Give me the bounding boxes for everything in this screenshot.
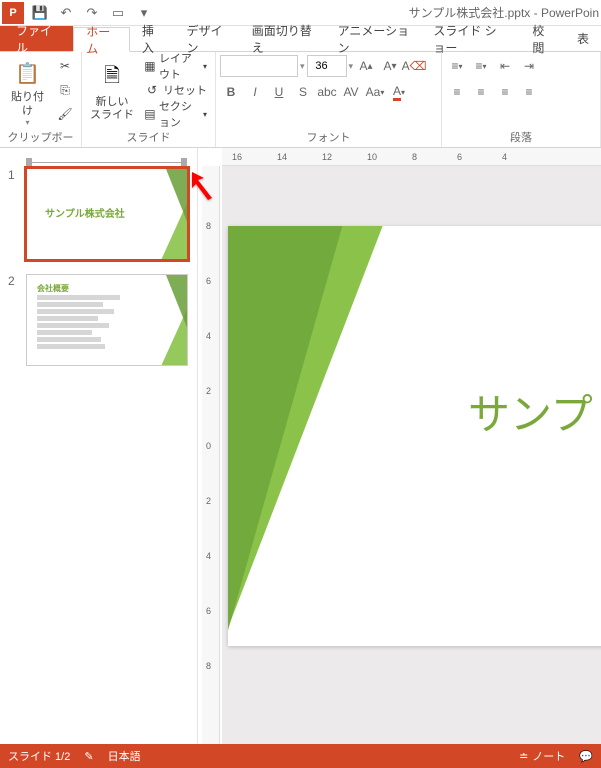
group-paragraph-label: 段落: [446, 129, 596, 145]
comments-icon[interactable]: 💬: [579, 750, 593, 763]
copy-button[interactable]: ⎘: [53, 79, 77, 101]
status-slide-number[interactable]: スライド 1/2: [8, 748, 70, 764]
tab-design[interactable]: デザイン: [174, 26, 239, 51]
group-slides-label: スライド: [86, 129, 211, 145]
status-language[interactable]: 日本語: [108, 748, 141, 764]
increase-font-button[interactable]: A▴: [355, 55, 377, 77]
justify-button[interactable]: ≡: [518, 81, 540, 103]
thumbnail-title: サンプル株式会社: [45, 205, 125, 220]
font-size-combo[interactable]: [307, 55, 347, 77]
layout-icon: ▦: [144, 58, 156, 74]
quick-access-toolbar: 💾 ↶ ↷ ▭ ▾: [30, 3, 154, 23]
thumbnail-title: 会社概要: [37, 283, 69, 294]
bold-button[interactable]: B: [220, 81, 242, 103]
slide-decoration: [228, 226, 348, 646]
slide-title-text[interactable]: サンプ: [468, 381, 593, 442]
group-clipboard-label: クリップボード: [4, 129, 77, 145]
status-bar: スライド 1/2 ✎ 日本語 ≐ ノート 💬: [0, 744, 601, 768]
qat-dropdown-icon[interactable]: ▾: [134, 3, 154, 23]
spell-check-icon[interactable]: ✎: [84, 750, 93, 763]
workspace: 1 サンプル株式会社 2 会社概要 16 14 12 10 8 6 4 8: [0, 148, 601, 744]
format-painter-button[interactable]: 🖌: [53, 103, 77, 125]
annotation-arrow: [190, 170, 220, 205]
increase-indent-button[interactable]: ⇥: [518, 55, 540, 77]
group-paragraph: ≡▾ ≡▾ ⇤ ⇥ ≡ ≡ ≡ ≡ 段落: [442, 52, 601, 147]
tab-animations[interactable]: アニメーション: [326, 26, 422, 51]
undo-icon[interactable]: ↶: [56, 3, 76, 23]
thumbnail-slide-2[interactable]: 会社概要: [26, 274, 188, 366]
tab-review[interactable]: 校閲: [520, 26, 565, 51]
notes-button[interactable]: ≐ ノート: [519, 748, 565, 764]
align-right-button[interactable]: ≡: [494, 81, 516, 103]
group-slides: 🗎 新しい スライド ▦レイアウト▾ ↺リセット ▤セクション▾ スライド: [82, 52, 216, 147]
layout-button[interactable]: ▦レイアウト▾: [140, 55, 211, 77]
decrease-indent-button[interactable]: ⇤: [494, 55, 516, 77]
thumbnail-slide-1[interactable]: サンプル株式会社: [26, 168, 188, 260]
cut-button[interactable]: ✂: [53, 55, 77, 77]
align-left-button[interactable]: ≡: [446, 81, 468, 103]
brush-icon: 🖌: [57, 106, 73, 122]
copy-icon: ⎘: [57, 82, 73, 98]
slide-canvas[interactable]: サンプ: [228, 226, 601, 646]
change-case-button[interactable]: Aa▾: [364, 81, 386, 103]
italic-button[interactable]: I: [244, 81, 266, 103]
canvas-area[interactable]: サンプ: [222, 166, 601, 744]
cut-icon: ✂: [57, 58, 73, 74]
group-font: ▾ ▾ A▴ A▾ A⌫ B I U S abc AV Aa▾ A▾ フォント: [216, 52, 442, 147]
slide-thumbnails-panel: 1 サンプル株式会社 2 会社概要: [0, 148, 198, 744]
redo-icon[interactable]: ↷: [82, 3, 102, 23]
numbering-button[interactable]: ≡▾: [470, 55, 492, 77]
font-color-button[interactable]: A▾: [388, 81, 410, 103]
section-icon: ▤: [144, 106, 156, 122]
underline-button[interactable]: U: [268, 81, 290, 103]
align-center-button[interactable]: ≡: [470, 81, 492, 103]
tab-insert[interactable]: 挿入: [130, 26, 175, 51]
vertical-ruler[interactable]: 8 6 4 2 0 2 4 6 8: [202, 166, 220, 744]
strike-button[interactable]: S: [292, 81, 314, 103]
ribbon: 📋 貼り付け ▾ ✂ ⎘ 🖌 クリップボード 🗎 新しい スライド ▦レイアウト…: [0, 52, 601, 148]
thumbnail-zoom-splitter[interactable]: [26, 160, 187, 166]
thumbnail-item: 1 サンプル株式会社: [8, 168, 189, 260]
tab-transitions[interactable]: 画面切り替え: [240, 26, 326, 51]
save-icon[interactable]: 💾: [30, 3, 50, 23]
tab-slideshow[interactable]: スライド ショー: [421, 26, 520, 51]
paste-button[interactable]: 📋 貼り付け ▾: [4, 55, 51, 129]
new-slide-icon: 🗎: [96, 62, 128, 94]
clear-format-button[interactable]: A⌫: [403, 55, 425, 77]
bullets-button[interactable]: ≡▾: [446, 55, 468, 77]
decrease-font-button[interactable]: A▾: [379, 55, 401, 77]
group-font-label: フォント: [220, 129, 437, 145]
tab-home[interactable]: ホーム: [73, 27, 130, 52]
slide-decoration: [127, 168, 188, 260]
paste-icon: 📋: [12, 57, 44, 89]
section-button[interactable]: ▤セクション▾: [140, 103, 211, 125]
slide-editor: 16 14 12 10 8 6 4 8 6 4 2 0 2 4 6 8 サンプ: [198, 148, 601, 744]
group-clipboard: 📋 貼り付け ▾ ✂ ⎘ 🖌 クリップボード: [0, 52, 82, 147]
powerpoint-icon: P: [2, 2, 24, 24]
start-from-beginning-icon[interactable]: ▭: [108, 3, 128, 23]
ribbon-tabs: ファイル ホーム 挿入 デザイン 画面切り替え アニメーション スライド ショー…: [0, 26, 601, 52]
window-title: サンプル株式会社.pptx - PowerPoin: [154, 4, 601, 21]
tab-view[interactable]: 表: [565, 26, 601, 51]
font-family-combo[interactable]: [220, 55, 298, 77]
reset-icon: ↺: [144, 82, 160, 98]
thumbnail-number: 1: [8, 168, 20, 260]
tab-file[interactable]: ファイル: [0, 26, 73, 51]
new-slide-button[interactable]: 🗎 新しい スライド: [86, 55, 138, 129]
spacing-button[interactable]: AV: [340, 81, 362, 103]
shadow-button[interactable]: abc: [316, 81, 338, 103]
horizontal-ruler[interactable]: 16 14 12 10 8 6 4: [222, 148, 601, 166]
thumbnail-item: 2 会社概要: [8, 274, 189, 366]
thumbnail-number: 2: [8, 274, 20, 366]
